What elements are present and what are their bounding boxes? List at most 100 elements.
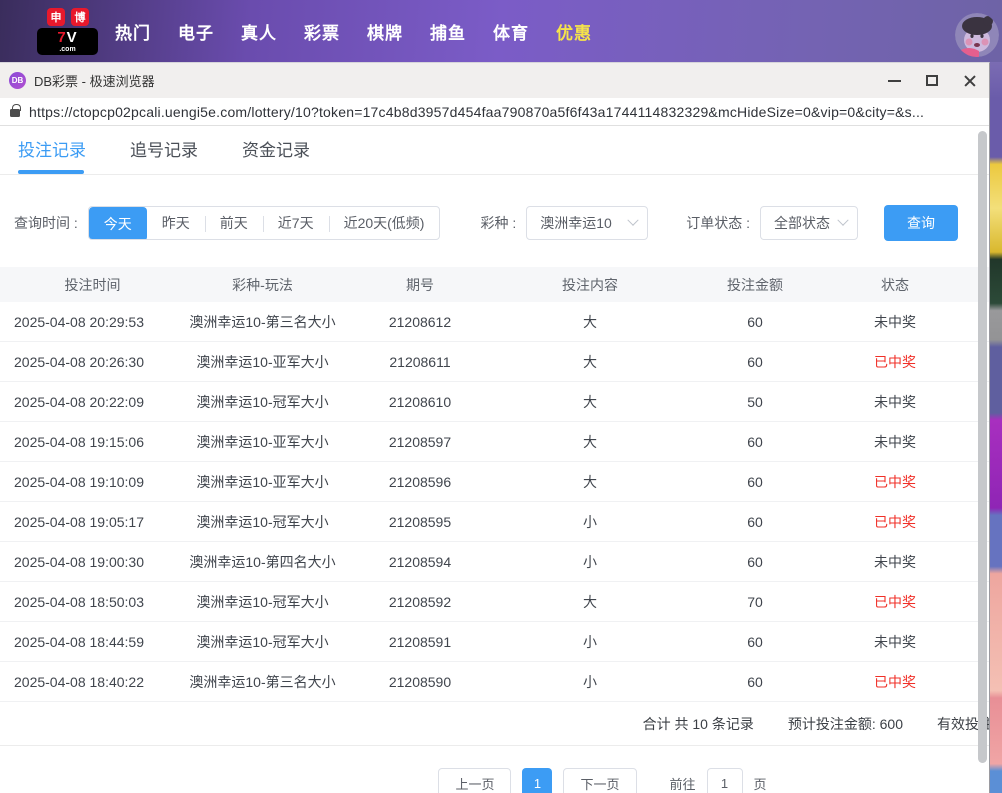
- table-cell: 21208611: [340, 354, 500, 370]
- chevron-down-icon: [628, 215, 639, 226]
- table-row: 2025-04-08 18:50:03澳洲幸运10-冠军大小21208592大7…: [0, 582, 989, 622]
- table-row: 2025-04-08 19:10:09澳洲幸运10-亚军大小21208596大6…: [0, 462, 989, 502]
- url-text: https://ctopcp02pcali.uengi5e.com/lotter…: [29, 104, 924, 120]
- status-cell: 未中奖: [830, 632, 960, 652]
- tab-chase-records[interactable]: 追号记录: [130, 136, 198, 174]
- status-select[interactable]: 全部状态: [760, 206, 858, 240]
- logo-v: V: [67, 29, 78, 46]
- table-cell: 小: [500, 552, 680, 572]
- browser-favicon-icon: DB: [9, 72, 26, 89]
- column-header: 期号: [340, 275, 500, 295]
- table-row: 2025-04-08 19:00:30澳洲幸运10-第四名大小21208594小…: [0, 542, 989, 582]
- table-cell: 21208596: [340, 474, 500, 490]
- table-cell: 60: [680, 554, 830, 570]
- time-option[interactable]: 近7天: [263, 207, 329, 240]
- table-cell: 21208590: [340, 674, 500, 690]
- pagination: 上一页 1 下一页 前往 页: [108, 768, 989, 793]
- current-page-button[interactable]: 1: [522, 768, 552, 793]
- time-option[interactable]: 近20天(低频): [329, 207, 440, 240]
- table-cell: 澳洲幸运10-冠军大小: [185, 392, 340, 412]
- time-filter-group: 今天昨天前天近7天近20天(低频): [88, 206, 441, 240]
- nav-item[interactable]: 电子: [178, 19, 214, 44]
- table-cell: 21208592: [340, 594, 500, 610]
- table-row: 2025-04-08 20:29:53澳洲幸运10-第三名大小21208612大…: [0, 302, 989, 342]
- page-content: 投注记录 追号记录 资金记录 查询时间 : 今天昨天前天近7天近20天(低频) …: [0, 126, 989, 793]
- close-button[interactable]: [951, 63, 989, 98]
- time-filter-label: 查询时间 :: [14, 213, 78, 233]
- table-cell: 2025-04-08 20:22:09: [0, 394, 185, 410]
- lottery-select-value: 澳洲幸运10: [540, 213, 612, 233]
- table-cell: 2025-04-08 18:44:59: [0, 634, 185, 650]
- logo-badge-shen: 申: [47, 8, 65, 26]
- table-cell: 澳洲幸运10-亚军大小: [185, 432, 340, 452]
- table-cell: 2025-04-08 19:15:06: [0, 434, 185, 450]
- time-option[interactable]: 前天: [205, 207, 263, 240]
- goto-page-input[interactable]: [707, 768, 743, 793]
- logo-7v-box: 7V .com: [37, 28, 98, 55]
- table-cell: 大: [500, 392, 680, 412]
- screen: 申 博 7V .com 热门 电子 真人 彩票 棋牌 捕鱼 体育 优惠: [0, 0, 1002, 793]
- table-cell: 21208610: [340, 394, 500, 410]
- table-cell: 2025-04-08 20:29:53: [0, 314, 185, 330]
- goto-page-label: 前往: [670, 774, 696, 793]
- table-row: 2025-04-08 20:22:09澳洲幸运10-冠军大小21208610大5…: [0, 382, 989, 422]
- logo-com: .com: [59, 46, 75, 53]
- avatar-illustration: [955, 13, 999, 57]
- status-cell: 已中奖: [830, 512, 960, 532]
- browser-urlbar[interactable]: https://ctopcp02pcali.uengi5e.com/lotter…: [0, 98, 989, 126]
- tabs: 投注记录 追号记录 资金记录: [0, 129, 989, 175]
- order-status-label: 订单状态 :: [686, 213, 750, 233]
- table-cell: 21208597: [340, 434, 500, 450]
- nav-item[interactable]: 捕鱼: [430, 19, 466, 44]
- window-title: DB彩票 - 极速浏览器: [34, 71, 155, 90]
- table-cell: 21208594: [340, 554, 500, 570]
- nav-item[interactable]: 真人: [241, 19, 277, 44]
- table-cell: 澳洲幸运10-第四名大小: [185, 552, 340, 572]
- browser-titlebar[interactable]: DB DB彩票 - 极速浏览器: [0, 63, 989, 98]
- table-cell: 60: [680, 674, 830, 690]
- status-cell: 未中奖: [830, 552, 960, 572]
- table-cell: 70: [680, 594, 830, 610]
- status-cell: 已中奖: [830, 472, 960, 492]
- column-header: 投注金额: [680, 275, 830, 295]
- table-row: 2025-04-08 20:26:30澳洲幸运10-亚军大小21208611大6…: [0, 342, 989, 382]
- next-page-button[interactable]: 下一页: [563, 768, 636, 793]
- table-row: 2025-04-08 18:40:22澳洲幸运10-第三名大小21208590小…: [0, 662, 989, 702]
- lottery-select[interactable]: 澳洲幸运10: [526, 206, 648, 240]
- nav-item[interactable]: 棋牌: [367, 19, 403, 44]
- nav-item[interactable]: 热门: [115, 19, 151, 44]
- table-cell: 2025-04-08 19:00:30: [0, 554, 185, 570]
- site-top-nav: 申 博 7V .com 热门 电子 真人 彩票 棋牌 捕鱼 体育 优惠: [0, 0, 1002, 62]
- minimize-icon: [888, 80, 901, 82]
- table-cell: 澳洲幸运10-冠军大小: [185, 632, 340, 652]
- scrollbar-thumb[interactable]: [978, 131, 987, 763]
- tab-bet-records[interactable]: 投注记录: [18, 136, 86, 174]
- maximize-button[interactable]: [913, 63, 951, 98]
- table-cell: 澳洲幸运10-亚军大小: [185, 352, 340, 372]
- table-row: 2025-04-08 19:05:17澳洲幸运10-冠军大小21208595小6…: [0, 502, 989, 542]
- minimize-button[interactable]: [875, 63, 913, 98]
- site-logo[interactable]: 申 博 7V .com: [37, 8, 99, 55]
- column-header: 投注内容: [500, 275, 680, 295]
- filter-row: 查询时间 : 今天昨天前天近7天近20天(低频) 彩种 : 澳洲幸运10 订单状…: [14, 205, 989, 241]
- prev-page-button[interactable]: 上一页: [438, 768, 511, 793]
- nav-item[interactable]: 彩票: [304, 19, 340, 44]
- status-cell: 已中奖: [830, 352, 960, 372]
- time-option[interactable]: 昨天: [147, 207, 205, 240]
- nav-item[interactable]: 优惠: [556, 19, 592, 44]
- maximize-icon: [926, 75, 938, 86]
- user-avatar[interactable]: [955, 13, 999, 57]
- table-cell: 60: [680, 514, 830, 530]
- lottery-label: 彩种 :: [480, 213, 516, 233]
- tab-fund-records[interactable]: 资金记录: [242, 136, 310, 174]
- nav-item[interactable]: 体育: [493, 19, 529, 44]
- table-cell: 大: [500, 312, 680, 332]
- search-button[interactable]: 查询: [884, 205, 958, 241]
- table-cell: 2025-04-08 20:26:30: [0, 354, 185, 370]
- table-cell: 大: [500, 432, 680, 452]
- table-cell: 澳洲幸运10-冠军大小: [185, 512, 340, 532]
- table-cell: 2025-04-08 19:05:17: [0, 514, 185, 530]
- table-cell: 小: [500, 632, 680, 652]
- time-option[interactable]: 今天: [89, 207, 147, 240]
- tab-label: 资金记录: [242, 141, 310, 160]
